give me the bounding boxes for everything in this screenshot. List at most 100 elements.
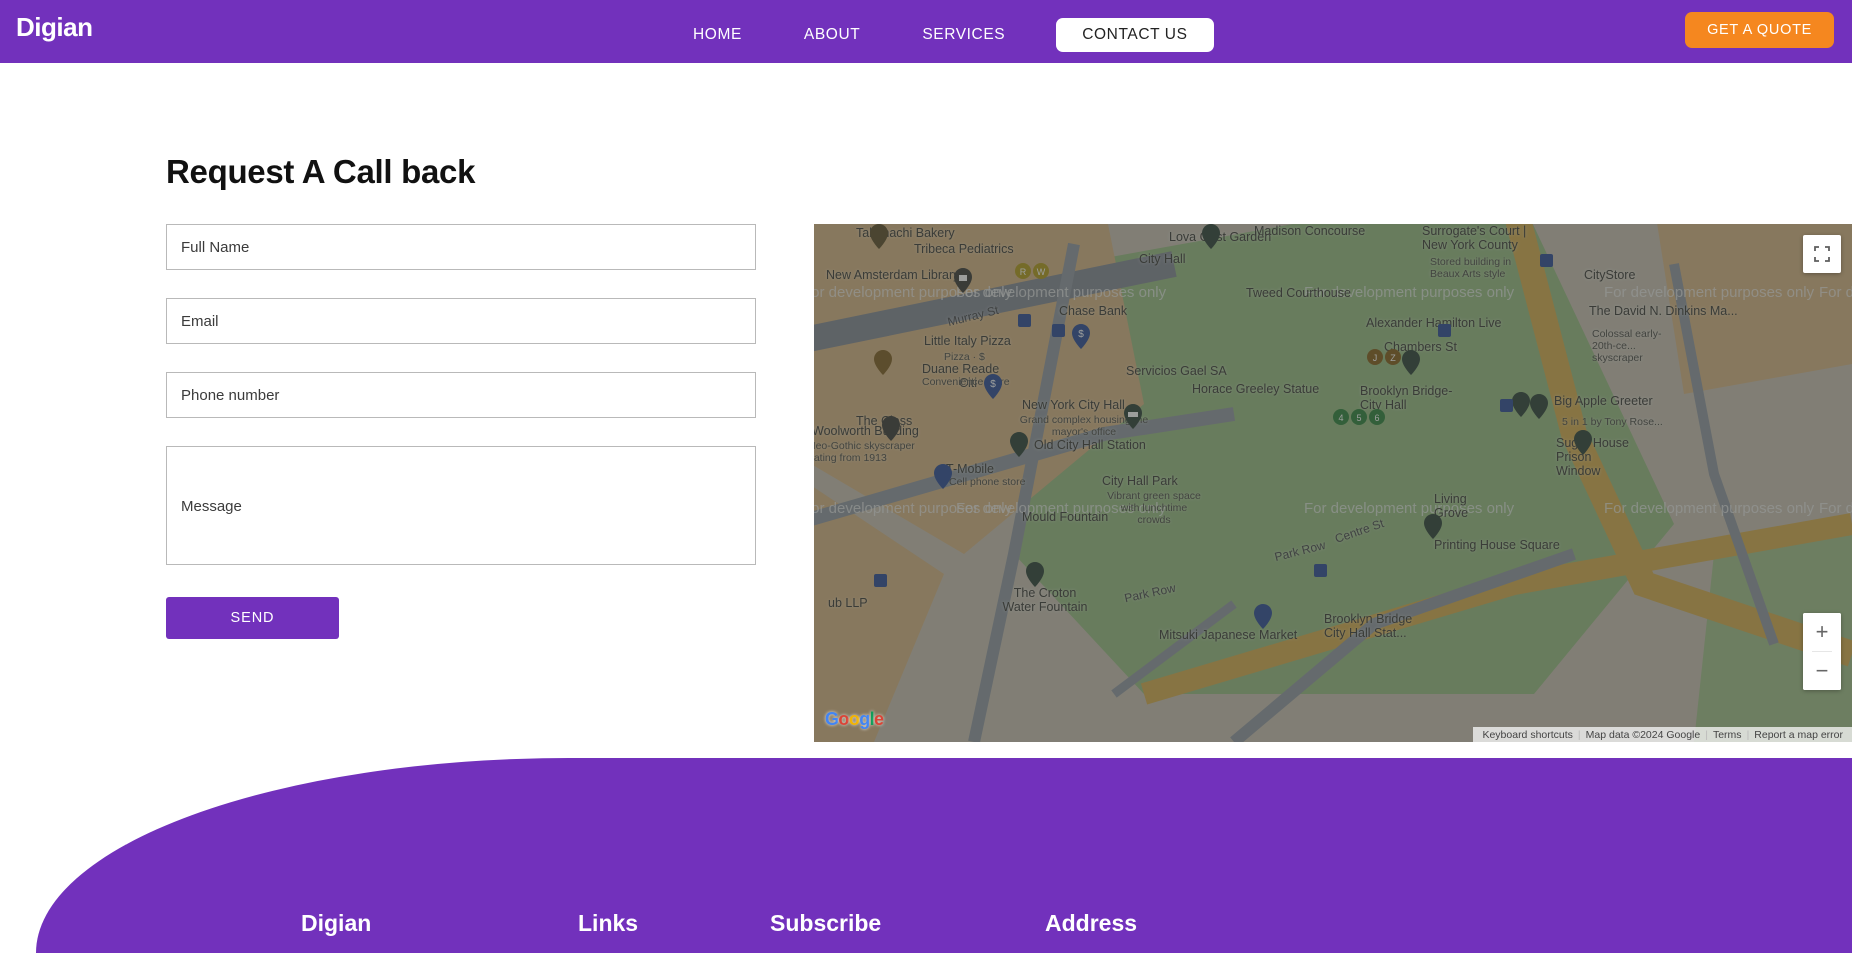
svg-text:W: W bbox=[1037, 267, 1046, 277]
map-pin-city-hall[interactable] bbox=[1124, 404, 1142, 429]
map-place-sublabel: Vibrant green space with lunchtime crowd… bbox=[1107, 490, 1201, 526]
map-pin-living-grove[interactable] bbox=[1424, 514, 1442, 539]
email-input[interactable] bbox=[166, 298, 756, 344]
send-button[interactable]: SEND bbox=[166, 597, 339, 639]
page-title: Request A Call back bbox=[166, 153, 476, 190]
map-place-label: Brooklyn Bridge City Hall Stat... bbox=[1324, 612, 1413, 640]
map-transit-icon[interactable] bbox=[1540, 254, 1553, 267]
nav-item-services[interactable]: SERVICES bbox=[891, 22, 1036, 48]
svg-text:6: 6 bbox=[1374, 413, 1379, 423]
map-attribution-bar: Keyboard shortcuts | Map data ©2024 Goog… bbox=[1473, 727, 1852, 742]
map-zoom-controls[interactable]: + − bbox=[1803, 613, 1841, 690]
map-subway-bullets-jz: J Z bbox=[1367, 349, 1401, 365]
map-place-label: Mould Fountain bbox=[1022, 510, 1109, 524]
map-place-sublabel: Stored building in Beaux Arts style bbox=[1430, 256, 1512, 280]
map-place-label: The Croton Water Fountain bbox=[1002, 586, 1088, 614]
get-a-quote-button[interactable]: GET A QUOTE bbox=[1685, 12, 1834, 48]
callback-form: Request A Call back SEND bbox=[166, 153, 756, 639]
map-place-label: ub LLP bbox=[828, 596, 868, 610]
map-place-sublabel: Colossal early-20th-ce... skyscraper bbox=[1592, 328, 1662, 364]
google-logo-letter: G bbox=[825, 709, 839, 729]
map-transit-icon[interactable] bbox=[1018, 314, 1031, 327]
map-transit-icon[interactable] bbox=[1314, 564, 1327, 577]
map-pin-sugar-house[interactable] bbox=[1574, 430, 1592, 455]
main-navigation: HOME ABOUT SERVICES CONTACT US bbox=[662, 18, 1214, 52]
map-pin-old-city-hall-station[interactable] bbox=[1010, 432, 1028, 457]
map-place-sublabel: Neo-Gothic skyscraper dating from 1913 bbox=[814, 440, 915, 464]
map-pin-big-apple-greeter[interactable] bbox=[1530, 394, 1548, 419]
map-place-label: Tribeca Pediatrics bbox=[914, 242, 1014, 256]
map-place-label: Madison Concourse bbox=[1254, 224, 1366, 238]
map-place-label: Chase Bank bbox=[1059, 304, 1128, 318]
nav-item-about[interactable]: ABOUT bbox=[773, 22, 891, 48]
map-transit-icon[interactable] bbox=[1438, 324, 1451, 337]
footer-heading-address: Address bbox=[1045, 910, 1138, 936]
svg-text:J: J bbox=[1373, 353, 1378, 363]
svg-text:$: $ bbox=[1078, 329, 1084, 340]
map-place-label: Horace Greeley Statue bbox=[1192, 382, 1320, 396]
map-place-label: City Hall bbox=[1139, 252, 1186, 266]
contact-section: Request A Call back SEND bbox=[0, 63, 1852, 758]
report-map-error-link[interactable]: Report a map error bbox=[1749, 729, 1848, 741]
map-pin-pizza[interactable] bbox=[874, 350, 892, 375]
keyboard-shortcuts-link[interactable]: Keyboard shortcuts bbox=[1477, 729, 1577, 741]
google-map-embed[interactable]: For development purposes only For develo… bbox=[814, 224, 1852, 742]
footer-column-digian: Digian bbox=[301, 910, 578, 937]
map-pin-library[interactable] bbox=[954, 268, 972, 293]
map-place-label: Old City Hall Station bbox=[1034, 438, 1146, 452]
map-place-label: Printing House Square bbox=[1434, 538, 1560, 552]
terms-link[interactable]: Terms bbox=[1708, 729, 1747, 741]
footer-heading-digian: Digian bbox=[301, 910, 372, 936]
google-logo-letter: g bbox=[859, 709, 870, 729]
map-place-label: Servicios Gael SA bbox=[1126, 364, 1227, 378]
full-name-input[interactable] bbox=[166, 224, 756, 270]
footer-column-subscribe: Subscribe bbox=[770, 910, 1045, 937]
map-pin-bakery[interactable] bbox=[870, 224, 888, 249]
map-pin-horace-greeley[interactable] bbox=[1512, 392, 1530, 417]
phone-number-input[interactable] bbox=[166, 372, 756, 418]
map-transit-icon[interactable] bbox=[1052, 324, 1065, 337]
map-pin-t-mobile[interactable] bbox=[934, 464, 952, 489]
map-place-label: T-Mobile bbox=[946, 462, 994, 476]
zoom-out-button[interactable]: − bbox=[1803, 652, 1841, 690]
fullscreen-icon[interactable] bbox=[1803, 235, 1841, 273]
map-place-label: Sugar House Prison Window bbox=[1556, 436, 1629, 478]
google-logo-letter: o bbox=[838, 709, 849, 729]
footer-column-address: Address bbox=[1045, 910, 1345, 937]
map-pin-brooklyn-bridge-station[interactable] bbox=[1254, 604, 1272, 629]
map-place-sublabel: Cell phone store bbox=[949, 476, 1026, 488]
map-pin-the-class[interactable] bbox=[882, 416, 900, 441]
google-logo-letter: e bbox=[874, 709, 884, 729]
nav-item-contact-us[interactable]: CONTACT US bbox=[1056, 18, 1214, 52]
site-footer: Digian Links Subscribe Address bbox=[36, 758, 1852, 953]
map-canvas[interactable]: For development purposes only For develo… bbox=[814, 224, 1852, 742]
map-place-label: CityStore bbox=[1584, 268, 1636, 282]
svg-text:$: $ bbox=[990, 379, 996, 390]
brand-logo[interactable]: Digian bbox=[16, 12, 93, 43]
map-place-label: Little Italy Pizza bbox=[924, 334, 1011, 348]
map-transit-icon[interactable] bbox=[874, 574, 887, 587]
zoom-in-button[interactable]: + bbox=[1803, 613, 1841, 651]
map-transit-icon[interactable] bbox=[1500, 399, 1513, 412]
google-logo[interactable]: Google bbox=[825, 709, 884, 730]
message-textarea[interactable] bbox=[166, 446, 756, 565]
nav-item-home[interactable]: HOME bbox=[662, 22, 773, 48]
map-pin-chase-bank[interactable]: $ bbox=[1072, 324, 1090, 349]
google-logo-letter: o bbox=[848, 709, 860, 729]
map-pin-citi[interactable]: $ bbox=[984, 374, 1002, 399]
map-subway-bullets-456: 4 5 6 bbox=[1333, 409, 1385, 425]
svg-text:R: R bbox=[1020, 267, 1027, 277]
svg-text:Z: Z bbox=[1390, 353, 1396, 363]
footer-columns: Digian Links Subscribe Address bbox=[301, 910, 1345, 937]
map-place-label: The David N. Dinkins Ma... bbox=[1589, 304, 1738, 318]
map-subway-bullets-rw: R W bbox=[1015, 263, 1049, 279]
map-place-label: Big Apple Greeter bbox=[1554, 394, 1653, 408]
map-place-label: Tweed Courthouse bbox=[1246, 286, 1351, 300]
map-place-label: New York City Hall bbox=[1022, 398, 1125, 412]
site-header: Digian HOME ABOUT SERVICES CONTACT US GE… bbox=[0, 0, 1852, 63]
map-pin-croton-fountain[interactable] bbox=[1026, 562, 1044, 587]
map-place-label: New Amsterdam Library bbox=[826, 268, 960, 282]
map-pin-lova-gast-garden[interactable] bbox=[1202, 224, 1220, 249]
map-place-label: Surrogate's Court | New York County bbox=[1422, 224, 1527, 252]
footer-column-links: Links bbox=[578, 910, 770, 937]
